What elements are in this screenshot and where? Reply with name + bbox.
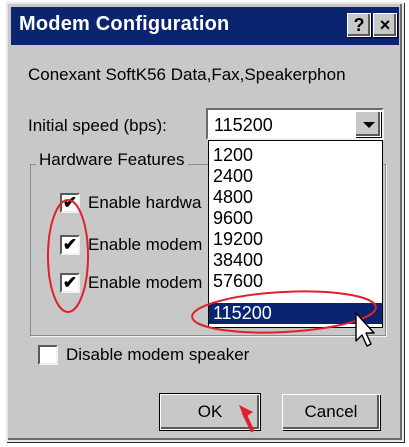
- annotation-overlay: [47, 199, 377, 432]
- speed-highlight-ellipse: [191, 290, 377, 334]
- checkbox-highlight-ellipse: [47, 199, 89, 313]
- red-arrow-icon: [239, 405, 254, 432]
